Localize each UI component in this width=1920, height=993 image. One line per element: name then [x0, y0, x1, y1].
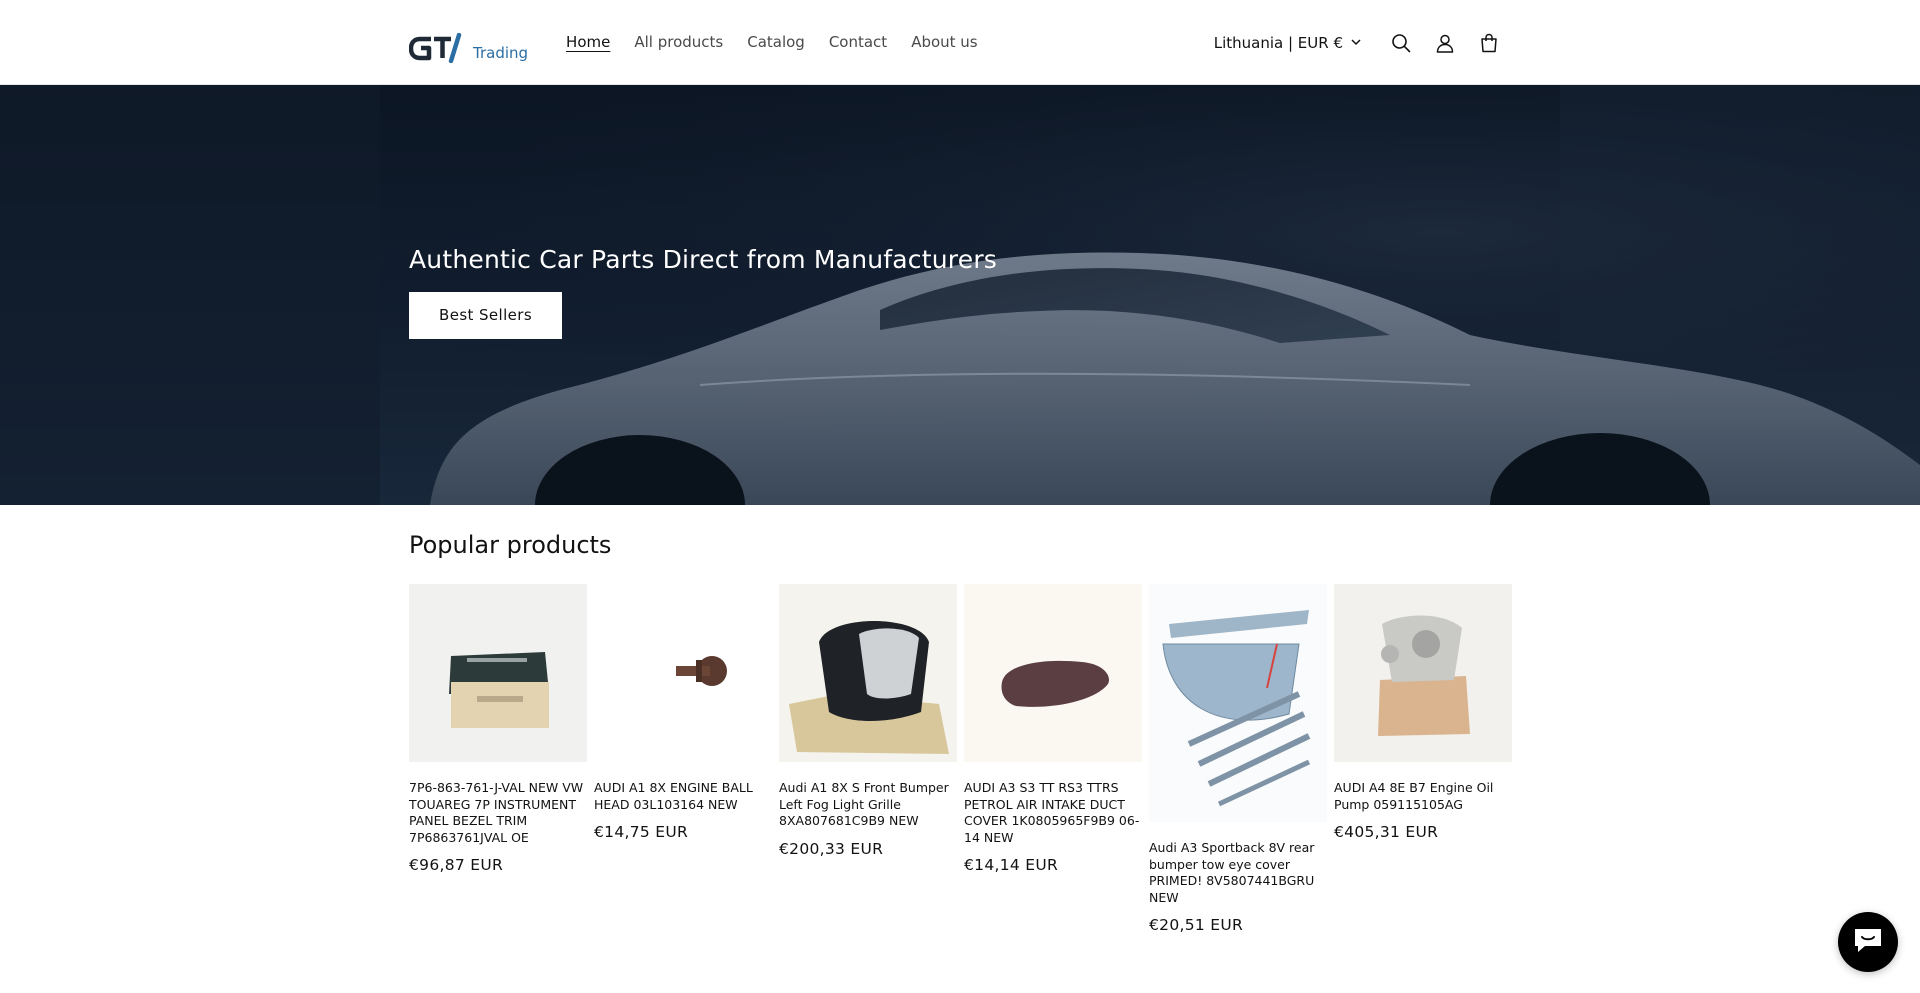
nav-contact[interactable]: Contact — [817, 0, 899, 85]
product-card[interactable]: Audi A3 Sportback 8V rear bumper tow eye… — [1149, 584, 1327, 934]
header-actions: Lithuania | EUR € — [1214, 21, 1511, 65]
nav-all-products[interactable]: All products — [622, 0, 735, 85]
logo-mark-icon — [409, 32, 469, 63]
product-image — [409, 584, 587, 762]
main-nav: Home All products Catalog Contact About … — [566, 0, 990, 85]
product-card[interactable]: 7P6-863-761-J-VAL NEW VW TOUAREG 7P INST… — [409, 584, 587, 934]
chevron-down-icon — [1351, 39, 1361, 46]
product-title: AUDI A4 8E B7 Engine Oil Pump 059115105A… — [1334, 780, 1494, 812]
product-image — [1334, 584, 1512, 762]
product-grid: 7P6-863-761-J-VAL NEW VW TOUAREG 7P INST… — [409, 584, 1512, 934]
product-card[interactable]: AUDI A4 8E B7 Engine Oil Pump 059115105A… — [1334, 584, 1512, 934]
locale-selector[interactable]: Lithuania | EUR € — [1214, 34, 1361, 52]
nav-home[interactable]: Home — [566, 0, 622, 85]
account-icon[interactable] — [1423, 21, 1467, 65]
product-price: €96,87 EUR — [409, 856, 504, 874]
locale-label: Lithuania | EUR € — [1213, 33, 1343, 52]
header-inner: Trading Home All products Catalog Contac… — [409, 0, 1511, 85]
product-title: 7P6-863-761-J-VAL NEW VW TOUAREG 7P INST… — [409, 780, 584, 845]
product-image — [1149, 584, 1327, 822]
hero-banner: Authentic Car Parts Direct from Manufact… — [0, 85, 1920, 505]
chat-widget-button[interactable] — [1838, 912, 1898, 972]
cart-icon[interactable] — [1467, 21, 1511, 65]
product-card[interactable]: AUDI A1 8X ENGINE BALL HEAD 03L103164 NE… — [594, 584, 772, 934]
nav-catalog[interactable]: Catalog — [735, 0, 817, 85]
hero-content: Authentic Car Parts Direct from Manufact… — [409, 245, 997, 339]
product-price: €14,75 EUR — [594, 823, 689, 841]
popular-products-title: Popular products — [409, 531, 612, 559]
hero-title: Authentic Car Parts Direct from Manufact… — [409, 245, 998, 274]
product-price: €405,31 EUR — [1334, 823, 1439, 841]
product-price: €200,33 EUR — [779, 839, 884, 858]
product-image — [964, 584, 1142, 762]
product-title: AUDI A3 S3 TT RS3 TTRS PETROL AIR INTAKE… — [964, 780, 1140, 845]
search-icon[interactable] — [1379, 21, 1423, 65]
product-card[interactable]: Audi A1 8X S Front Bumper Left Fog Light… — [779, 584, 957, 934]
product-title: Audi A3 Sportback 8V rear bumper tow eye… — [1149, 840, 1315, 905]
product-title: Audi A1 8X S Front Bumper Left Fog Light… — [779, 780, 949, 828]
logo-text: Trading — [473, 43, 529, 62]
best-sellers-button[interactable]: Best Sellers — [409, 292, 563, 339]
product-image — [779, 584, 957, 762]
product-image — [594, 584, 772, 762]
product-title: AUDI A1 8X ENGINE BALL HEAD 03L103164 NE… — [594, 780, 753, 812]
chat-bubble-icon — [1851, 925, 1885, 959]
site-header: Trading Home All products Catalog Contac… — [0, 0, 1920, 85]
site-logo[interactable]: Trading — [409, 23, 528, 63]
product-price: €14,14 EUR — [964, 856, 1059, 874]
product-price: €20,51 EUR — [1149, 916, 1244, 934]
product-card[interactable]: AUDI A3 S3 TT RS3 TTRS PETROL AIR INTAKE… — [964, 584, 1142, 934]
nav-about-us[interactable]: About us — [899, 0, 989, 85]
